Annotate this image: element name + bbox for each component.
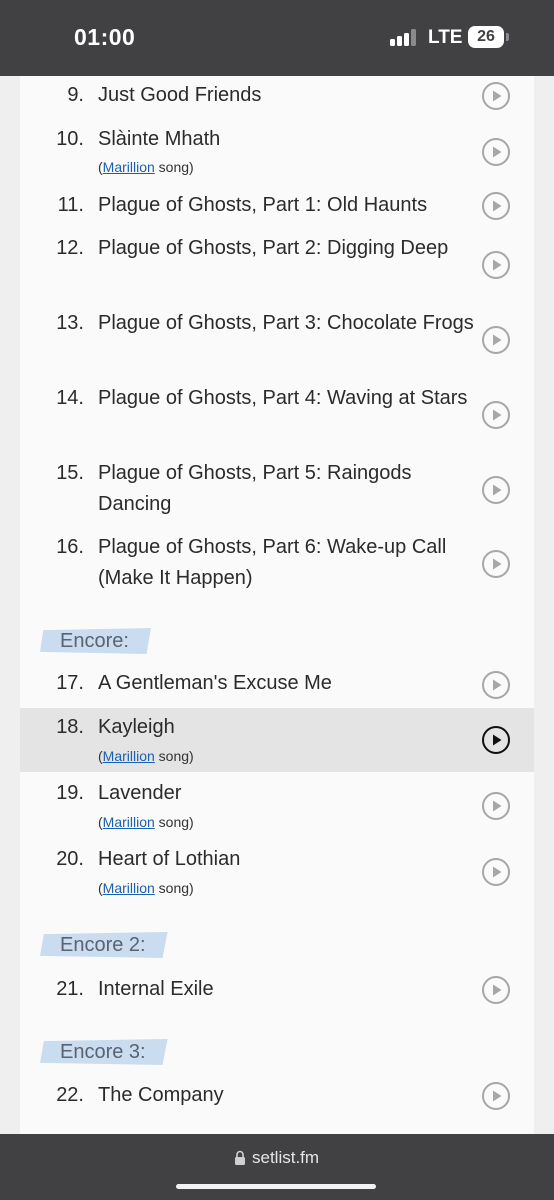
song-note: (Marillion song): [98, 880, 194, 896]
network-type: LTE: [428, 27, 463, 48]
song-note: (Marillion song): [98, 748, 194, 764]
status-time: 01:00: [74, 24, 136, 50]
song-row-selected[interactable]: 18. Kayleigh (Marillion song): [20, 708, 534, 772]
song-row[interactable]: 15. Plague of Ghosts, Part 5: Raingods D…: [20, 458, 534, 524]
song-note: (Marillion song): [98, 159, 194, 175]
song-row[interactable]: 19. Lavender (Marillion song): [20, 776, 534, 836]
song-number: 13.: [56, 312, 84, 334]
encore-section-label: Encore:: [40, 628, 151, 654]
encore-2-section-label: Encore 2:: [40, 932, 168, 958]
setlist-card: 9. Just Good Friends 10. Slàinte Mhath (…: [20, 76, 534, 1134]
home-indicator[interactable]: [176, 1184, 376, 1189]
song-note: (Marillion song): [98, 814, 194, 830]
song-title[interactable]: Plague of Ghosts, Part 3: Chocolate Frog…: [98, 308, 476, 339]
encore-3-section-label: Encore 3:: [40, 1039, 168, 1065]
song-row[interactable]: 11. Plague of Ghosts, Part 1: Old Haunts: [20, 186, 534, 226]
play-icon[interactable]: [482, 671, 510, 699]
battery-nub: [506, 33, 509, 41]
play-icon[interactable]: [482, 82, 510, 110]
song-row[interactable]: 12. Plague of Ghosts, Part 2: Digging De…: [20, 233, 534, 299]
song-title[interactable]: Plague of Ghosts, Part 5: Raingods Danci…: [98, 458, 476, 520]
battery-icon: 26: [468, 26, 504, 48]
play-icon[interactable]: [482, 726, 510, 754]
song-number: 9.: [67, 84, 84, 106]
song-number: 15.: [56, 462, 84, 484]
song-number: 18.: [56, 716, 84, 738]
play-icon[interactable]: [482, 858, 510, 886]
song-number: 10.: [56, 128, 84, 150]
play-icon[interactable]: [482, 251, 510, 279]
song-title[interactable]: Kayleigh: [98, 712, 476, 743]
play-icon[interactable]: [482, 476, 510, 504]
artist-link[interactable]: Marillion: [103, 880, 155, 896]
song-number: 16.: [56, 536, 84, 558]
song-title[interactable]: Plague of Ghosts, Part 1: Old Haunts: [98, 190, 498, 221]
battery-level: 26: [477, 28, 495, 45]
song-title[interactable]: Just Good Friends: [98, 80, 476, 111]
play-icon[interactable]: [482, 792, 510, 820]
song-title[interactable]: The Company: [98, 1080, 476, 1111]
play-icon[interactable]: [482, 326, 510, 354]
song-title[interactable]: A Gentleman's Excuse Me: [98, 668, 476, 699]
browser-url-bar[interactable]: setlist.fm: [0, 1134, 554, 1200]
song-row[interactable]: 17. A Gentleman's Excuse Me: [20, 666, 534, 706]
song-row[interactable]: 9. Just Good Friends: [20, 76, 534, 116]
song-title[interactable]: Internal Exile: [98, 974, 476, 1005]
status-bar: 01:00 LTE 26: [0, 0, 554, 76]
song-row[interactable]: 13. Plague of Ghosts, Part 3: Chocolate …: [20, 308, 534, 374]
song-title[interactable]: Plague of Ghosts, Part 6: Wake-up Call (…: [98, 532, 476, 594]
play-icon[interactable]: [482, 550, 510, 578]
play-icon[interactable]: [482, 138, 510, 166]
url-domain[interactable]: setlist.fm: [252, 1148, 319, 1168]
song-number: 22.: [56, 1084, 84, 1106]
song-title[interactable]: Heart of Lothian: [98, 844, 476, 875]
play-icon[interactable]: [482, 976, 510, 1004]
song-title[interactable]: Plague of Ghosts, Part 4: Waving at Star…: [98, 383, 476, 414]
song-number: 14.: [56, 387, 84, 409]
song-number: 21.: [56, 978, 84, 1000]
song-row[interactable]: 10. Slàinte Mhath (Marillion song): [20, 120, 534, 180]
song-row[interactable]: 16. Plague of Ghosts, Part 6: Wake-up Ca…: [20, 532, 534, 598]
song-title[interactable]: Plague of Ghosts, Part 2: Digging Deep: [98, 233, 476, 264]
song-number: 11.: [57, 194, 84, 216]
song-number: 19.: [56, 782, 84, 804]
song-row[interactable]: 20. Heart of Lothian (Marillion song): [20, 842, 534, 902]
artist-link[interactable]: Marillion: [103, 159, 155, 175]
play-icon[interactable]: [482, 401, 510, 429]
song-row[interactable]: 22. The Company: [20, 1078, 534, 1118]
play-icon[interactable]: [482, 1082, 510, 1110]
song-number: 17.: [56, 672, 84, 694]
song-row[interactable]: 21. Internal Exile: [20, 970, 534, 1010]
artist-link[interactable]: Marillion: [103, 748, 155, 764]
cellular-signal-icon: [390, 28, 418, 46]
lock-icon: [235, 1150, 245, 1165]
play-icon[interactable]: [482, 192, 510, 220]
song-title[interactable]: Lavender: [98, 778, 476, 809]
song-number: 20.: [56, 848, 84, 870]
song-title[interactable]: Slàinte Mhath: [98, 124, 476, 155]
song-row[interactable]: 14. Plague of Ghosts, Part 4: Waving at …: [20, 383, 534, 449]
song-number: 12.: [56, 237, 84, 259]
artist-link[interactable]: Marillion: [103, 814, 155, 830]
